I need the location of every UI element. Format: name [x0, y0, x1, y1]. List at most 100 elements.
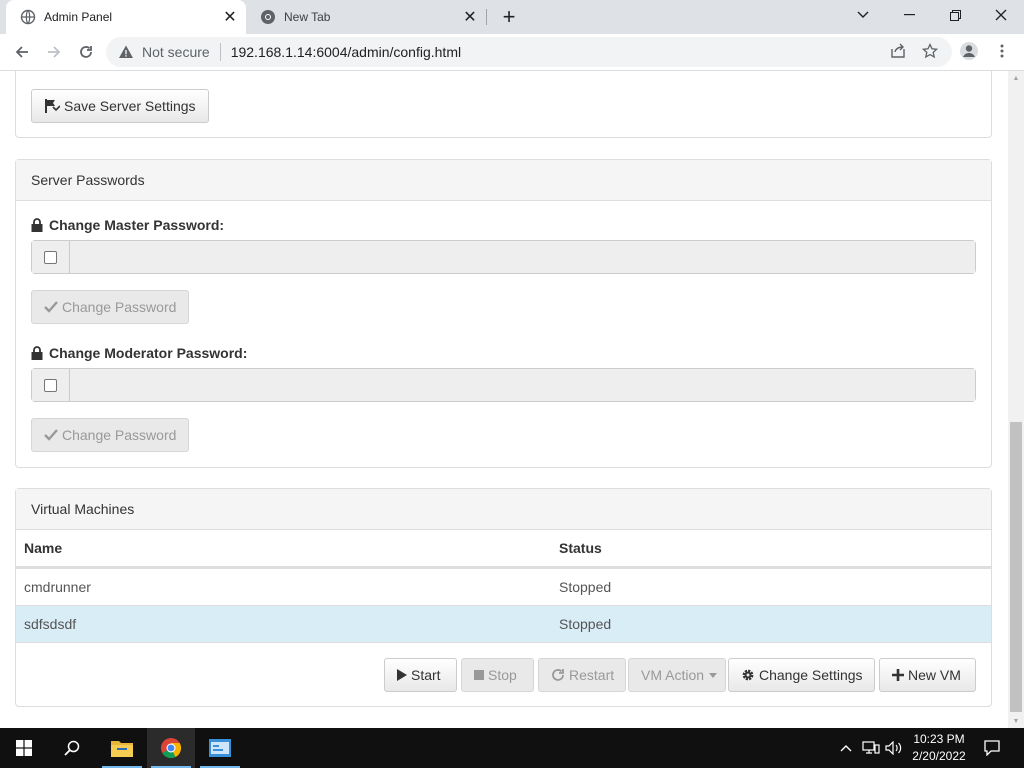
moderator-password-field[interactable]: [70, 369, 975, 401]
master-password-addon: [32, 241, 70, 273]
warning-icon[interactable]: [118, 44, 134, 60]
scrollbar-thumb[interactable]: [1010, 422, 1022, 712]
table-row[interactable]: sdfsdsdf Stopped: [16, 605, 991, 642]
url-text[interactable]: 192.168.1.14:6004/admin/config.html: [231, 44, 461, 60]
new-vm-label: New VM: [908, 667, 961, 683]
vm-name: cmdrunner: [24, 579, 91, 595]
tab-new-tab[interactable]: New Tab ✕: [250, 0, 486, 34]
master-password-input-group: [31, 240, 976, 274]
notifications-icon[interactable]: [982, 738, 1002, 758]
moderator-password-label: Change Moderator Password:: [31, 345, 247, 361]
master-password-checkbox[interactable]: [44, 250, 57, 264]
profile-avatar-icon[interactable]: [958, 40, 980, 62]
change-master-password-label: Change Password: [62, 299, 177, 315]
omnibox-divider: [219, 43, 221, 61]
tab-title: Admin Panel: [44, 10, 113, 24]
system-clock[interactable]: 10:23 PM 2/20/2022: [900, 731, 978, 765]
change-settings-label: Change Settings: [759, 667, 863, 683]
search-icon[interactable]: [48, 728, 96, 768]
table-divider: [16, 642, 991, 643]
table-row[interactable]: cmdrunner Stopped: [16, 568, 991, 605]
server-settings-panel: Save Server Settings: [15, 71, 992, 138]
file-explorer-icon[interactable]: [98, 728, 146, 768]
menu-kebab-icon[interactable]: [991, 40, 1013, 62]
windows-start-icon[interactable]: [0, 728, 48, 768]
chevron-up-icon[interactable]: [836, 738, 856, 758]
lock-icon: [31, 218, 43, 232]
refresh-icon: [551, 668, 565, 682]
tab-divider: [486, 9, 487, 25]
plus-icon: [892, 669, 904, 681]
minimize-button[interactable]: [886, 0, 932, 30]
close-window-button[interactable]: [978, 0, 1024, 30]
clock-time: 10:23 PM: [913, 732, 965, 746]
windows-taskbar: 10:23 PM 2/20/2022: [0, 728, 1024, 768]
security-status-label: Not secure: [142, 44, 210, 60]
chrome-icon: [261, 10, 275, 24]
tab-search-icon[interactable]: [840, 0, 886, 30]
change-moderator-password-label: Change Password: [62, 427, 177, 443]
stop-label: Stop: [488, 667, 517, 683]
caret-down-icon: [709, 672, 718, 678]
close-tab-icon[interactable]: ✕: [462, 9, 478, 26]
play-icon: [397, 669, 407, 681]
vm-name: sdfsdsdf: [24, 616, 77, 632]
restore-button[interactable]: [932, 0, 978, 30]
vm-action-dropdown[interactable]: VM Action: [628, 658, 726, 692]
master-password-field[interactable]: [70, 241, 975, 273]
browser-toolbar: Not secure 192.168.1.14:6004/admin/confi…: [0, 34, 1024, 71]
change-moderator-password-button[interactable]: Change Password: [31, 418, 190, 452]
save-server-settings-button[interactable]: Save Server Settings: [31, 89, 209, 123]
scroll-up-arrow-icon[interactable]: ▲: [1008, 71, 1024, 85]
restart-label: Restart: [569, 667, 615, 683]
chrome-taskbar-icon[interactable]: [147, 728, 195, 768]
close-tab-icon[interactable]: ✕: [222, 9, 238, 26]
save-server-settings-label: Save Server Settings: [64, 98, 196, 114]
start-label: Start: [411, 667, 441, 683]
moderator-password-label-text: Change Moderator Password:: [49, 345, 248, 361]
check-icon: [44, 429, 58, 441]
restart-vm-button[interactable]: Restart: [538, 658, 626, 692]
bookmark-star-icon[interactable]: [919, 40, 941, 62]
server-passwords-heading: Server Passwords: [16, 160, 991, 201]
vm-status: Stopped: [559, 579, 612, 595]
tab-title: New Tab: [284, 10, 331, 24]
change-master-password-button[interactable]: Change Password: [31, 290, 190, 324]
vm-status: Stopped: [559, 616, 612, 632]
moderator-password-addon: [32, 369, 70, 401]
control-panel-icon[interactable]: [196, 728, 244, 768]
master-password-label-text: Change Master Password:: [49, 217, 225, 233]
new-tab-button[interactable]: +: [497, 4, 521, 29]
address-bar[interactable]: Not secure 192.168.1.14:6004/admin/confi…: [106, 37, 952, 67]
virtual-machines-panel: Virtual Machines Name Status cmdrunner S…: [15, 488, 992, 707]
save-flag-icon: [44, 99, 60, 113]
server-passwords-panel: Server Passwords Change Master Password:…: [15, 159, 992, 468]
column-header-status: Status: [559, 540, 602, 556]
page-scrollbar[interactable]: ▲ ▼: [1008, 71, 1024, 728]
reload-icon[interactable]: [72, 38, 100, 66]
change-settings-button[interactable]: Change Settings: [728, 658, 875, 692]
scroll-down-arrow-icon[interactable]: ▼: [1008, 714, 1024, 728]
master-password-label: Change Master Password:: [31, 217, 224, 233]
start-vm-button[interactable]: Start: [384, 658, 457, 692]
moderator-password-checkbox[interactable]: [44, 378, 57, 392]
globe-icon: [20, 9, 36, 25]
gear-icon: [741, 668, 755, 682]
vm-action-label: VM Action: [641, 667, 705, 683]
stop-vm-button[interactable]: Stop: [461, 658, 534, 692]
network-icon[interactable]: [861, 738, 881, 758]
forward-arrow-icon[interactable]: [40, 38, 68, 66]
virtual-machines-heading: Virtual Machines: [16, 489, 991, 530]
share-icon[interactable]: [887, 40, 909, 62]
column-header-name: Name: [24, 540, 63, 556]
lock-icon: [31, 346, 43, 360]
tab-admin-panel[interactable]: Admin Panel ✕: [6, 0, 246, 34]
vm-table-header: Name Status: [16, 530, 991, 568]
check-icon: [44, 301, 58, 313]
stop-icon: [474, 670, 484, 680]
new-vm-button[interactable]: New VM: [879, 658, 976, 692]
browser-tabstrip: Admin Panel ✕ New Tab ✕ +: [0, 0, 1024, 34]
back-arrow-icon[interactable]: [8, 38, 36, 66]
page-viewport: Save Server Settings Server Passwords Ch…: [0, 71, 1008, 728]
moderator-password-input-group: [31, 368, 976, 402]
